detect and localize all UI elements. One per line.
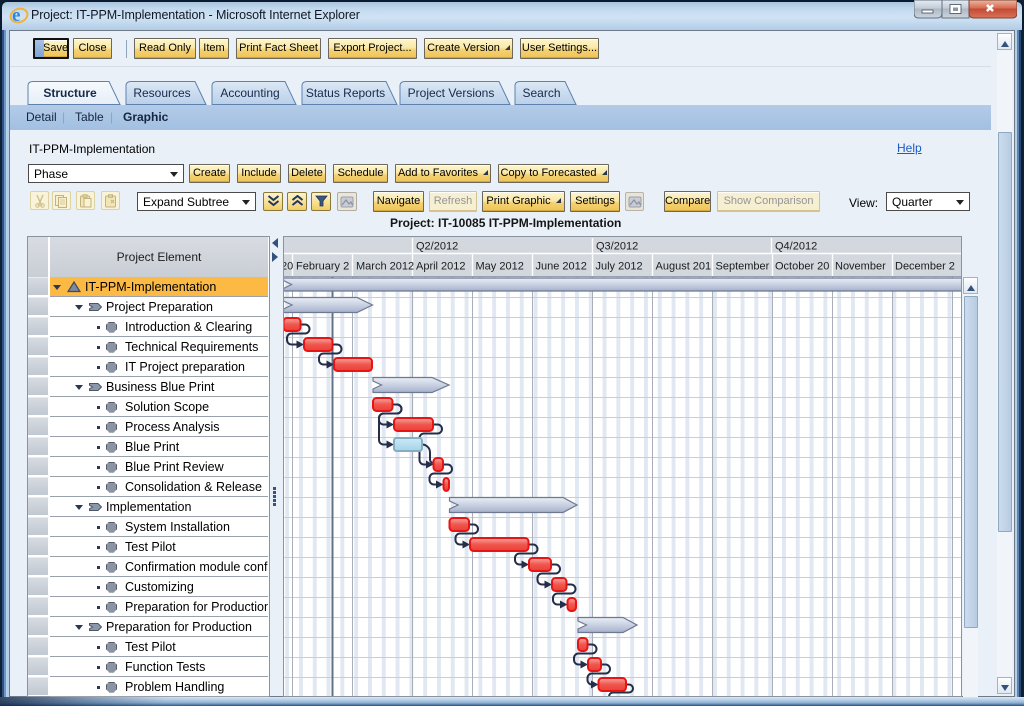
svg-text:September: September xyxy=(716,261,770,273)
svg-text:Resources: Resources xyxy=(133,86,190,100)
svg-text:June 2012: June 2012 xyxy=(536,261,587,273)
svg-text:February 2: February 2 xyxy=(296,261,349,273)
svg-text:July 2012: July 2012 xyxy=(596,261,643,273)
svg-text:November: November xyxy=(835,261,886,273)
svg-text:May 2012: May 2012 xyxy=(476,261,524,273)
svg-text:Q3/2012: Q3/2012 xyxy=(596,241,638,253)
svg-text:August 201: August 201 xyxy=(656,261,712,273)
svg-text:Project Versions: Project Versions xyxy=(408,86,495,100)
svg-text:April 2012: April 2012 xyxy=(416,261,466,273)
svg-text:Accounting: Accounting xyxy=(220,86,279,100)
svg-text:Q4/2012: Q4/2012 xyxy=(775,241,817,253)
svg-text:Structure: Structure xyxy=(43,86,97,100)
svg-text:December 2: December 2 xyxy=(895,261,955,273)
svg-text:Search: Search xyxy=(522,86,560,100)
svg-text:20: 20 xyxy=(283,261,293,273)
svg-text:October 20: October 20 xyxy=(775,261,829,273)
svg-text:Status Reports: Status Reports xyxy=(306,86,385,100)
svg-text:March 2012: March 2012 xyxy=(356,261,414,273)
svg-text:Q2/2012: Q2/2012 xyxy=(416,241,458,253)
